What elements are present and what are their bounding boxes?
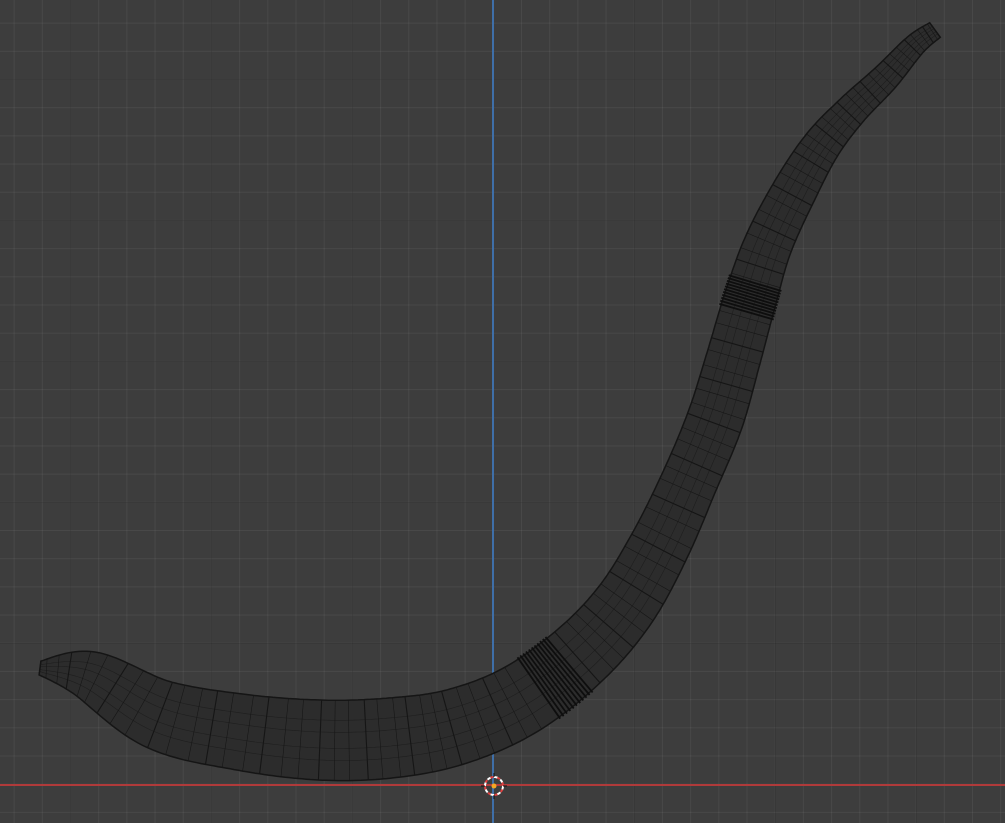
tube-outline — [38, 21, 942, 782]
tube-body — [38, 21, 942, 782]
origin-point-icon — [491, 783, 497, 789]
tube-mesh-object[interactable] — [0, 0, 1005, 823]
tube-longitudinal-edge — [40, 26, 933, 721]
3d-viewport[interactable] — [0, 0, 1005, 823]
3d-cursor-icon[interactable] — [481, 773, 507, 799]
tube-longitudinal-edge — [40, 28, 935, 733]
